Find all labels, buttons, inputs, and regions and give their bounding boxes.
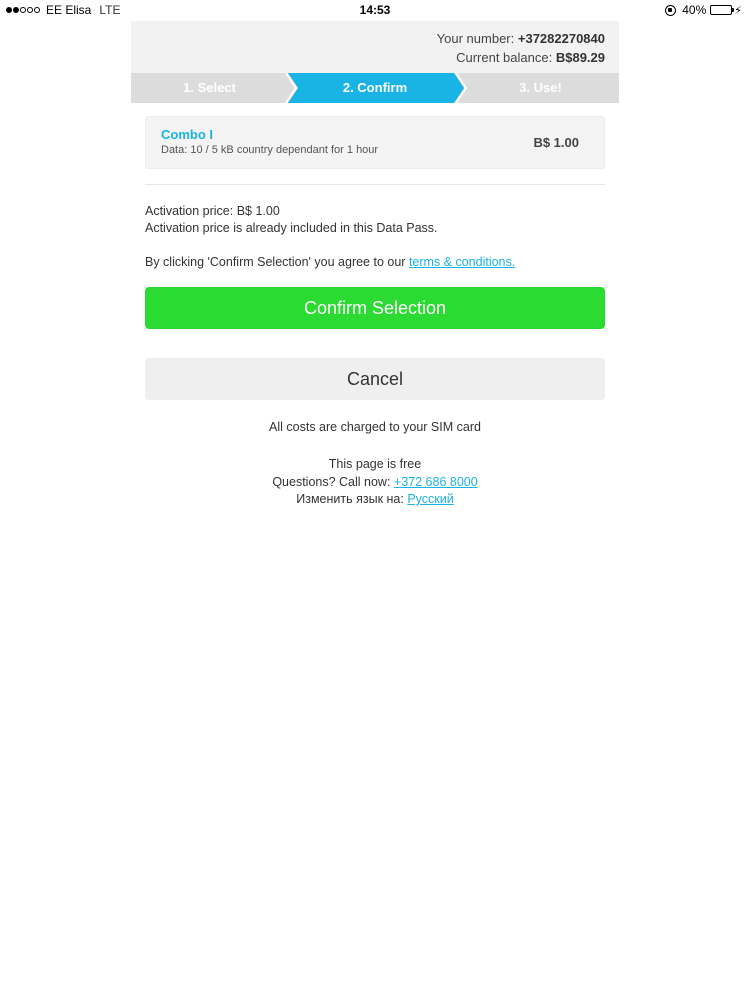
language-row: Изменить язык на: Русский <box>131 491 619 509</box>
terms-agreement-text: By clicking 'Confirm Selection' you agre… <box>145 255 409 269</box>
main-container: Your number: +37282270840 Current balanc… <box>131 21 619 506</box>
language-link[interactable]: Русский <box>407 492 453 506</box>
offer-description: Data: 10 / 5 kB country dependant for 1 … <box>161 144 379 156</box>
status-bar: EE Elisa LTE 14:53 40% ⚡ <box>0 0 750 20</box>
phone-link[interactable]: +372 686 8000 <box>394 475 478 489</box>
terms-agreement: By clicking 'Confirm Selection' you agre… <box>145 255 515 269</box>
cancel-button[interactable]: Cancel <box>145 358 605 400</box>
activation-price: Activation price: B$ 1.00 <box>145 204 280 218</box>
battery-icon <box>710 5 735 15</box>
activation-included-note: Activation price is already included in … <box>145 221 438 235</box>
offer-card: Combo I Data: 10 / 5 kB country dependan… <box>145 116 605 169</box>
questions-label: Questions? Call now: <box>272 474 394 489</box>
balance-row: Current balance: B$89.29 <box>131 48 605 67</box>
phone-number: +37282270840 <box>517 31 605 46</box>
phone-number-label: Your number: <box>436 31 515 46</box>
free-note: This page is free <box>328 457 422 471</box>
terms-link[interactable]: terms & conditions. <box>409 255 515 269</box>
offer-price: B$ 1.00 <box>533 135 579 150</box>
divider <box>145 184 605 185</box>
status-right: 40% ⚡ <box>665 3 742 17</box>
questions-row: Questions? Call now: +372 686 8000 <box>131 474 619 492</box>
battery-percent: 40% <box>682 3 707 17</box>
account-info: Your number: +37282270840 Current balanc… <box>131 21 619 73</box>
clock: 14:53 <box>359 3 391 17</box>
confirm-selection-button[interactable]: Confirm Selection <box>145 287 605 329</box>
balance-value: B$89.29 <box>555 50 605 65</box>
balance-label: Current balance: <box>456 50 553 65</box>
offer-name: Combo I <box>161 127 213 142</box>
costs-note: All costs are charged to your SIM card <box>269 420 481 434</box>
activation-info: Activation price: B$ 1.00 Activation pri… <box>145 203 438 237</box>
step-use: 3. Use! <box>519 80 562 95</box>
step-confirm: 2. Confirm <box>342 80 408 95</box>
rotation-lock-icon <box>665 4 677 16</box>
progress-steps: 1. Select 2. Confirm 3. Use! <box>131 73 619 103</box>
footer-info: This page is free Questions? Call now: +… <box>131 456 619 509</box>
charging-bolt-icon: ⚡ <box>734 4 742 17</box>
phone-number-row: Your number: +37282270840 <box>131 29 605 48</box>
language-label: Изменить язык на: <box>296 492 408 506</box>
step-select: 1. Select <box>183 80 236 95</box>
